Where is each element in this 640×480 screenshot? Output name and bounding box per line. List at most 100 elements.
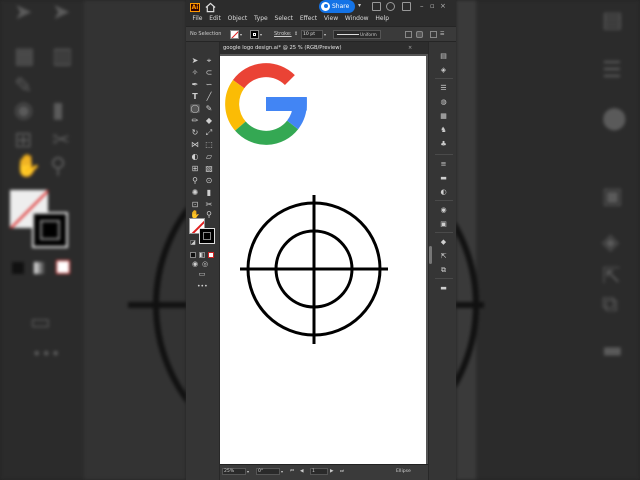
transform-control-icon[interactable]: [430, 31, 437, 38]
menu-effect[interactable]: Effect: [296, 14, 320, 24]
menu-select[interactable]: Select: [271, 14, 296, 24]
stroke-weight-field[interactable]: 10 pt: [301, 30, 323, 39]
eraser-tool-icon[interactable]: ◆: [204, 116, 214, 125]
graph-tool-icon[interactable]: ▮: [204, 188, 214, 197]
perspective-tool-icon[interactable]: ▱: [204, 152, 214, 161]
menu-edit[interactable]: Edit: [206, 14, 224, 24]
curvature-tool-icon[interactable]: ∽: [204, 80, 214, 89]
google-logo[interactable]: [225, 63, 307, 145]
stroke-label[interactable]: Stroke:: [274, 30, 292, 39]
zoom-field[interactable]: 25%: [222, 468, 246, 475]
artboard-number-field[interactable]: 1: [310, 468, 328, 475]
draw-normal-icon[interactable]: ◉: [190, 260, 200, 269]
stroke-stepper-icon[interactable]: ⇕: [294, 30, 298, 39]
magic-wand-tool-icon[interactable]: ✧: [190, 68, 200, 77]
direct-selection-tool-icon[interactable]: ⌖: [204, 56, 214, 65]
shape-builder-tool-icon[interactable]: ◐: [190, 152, 200, 161]
next-artboard-icon[interactable]: ▶: [330, 468, 334, 475]
line-tool-icon[interactable]: ╱: [204, 92, 214, 101]
color-panel-icon[interactable]: ◍: [439, 98, 448, 106]
scale-tool-icon[interactable]: ⤢: [204, 128, 214, 137]
menu-window[interactable]: Window: [342, 14, 372, 24]
libraries-panel-icon[interactable]: ☰: [439, 84, 448, 92]
layers-panel-icon[interactable]: ◈: [439, 66, 448, 74]
align-panel-icon[interactable]: ◆: [439, 238, 448, 246]
selection-tool-icon[interactable]: ➤: [190, 56, 200, 65]
recolor-icon[interactable]: [405, 31, 412, 38]
properties-panel-icon[interactable]: ▤: [439, 52, 448, 60]
share-button[interactable]: Share: [319, 0, 355, 13]
width-tool-icon[interactable]: ⋈: [190, 140, 200, 149]
free-transform-tool-icon[interactable]: ⬚: [204, 140, 214, 149]
pen-tool-icon[interactable]: ✒: [190, 80, 200, 89]
stroke-panel-icon[interactable]: ≡: [439, 160, 448, 168]
transparency-panel-icon[interactable]: ◐: [439, 188, 448, 196]
last-artboard-icon[interactable]: ⏭: [340, 468, 344, 475]
discover-icon[interactable]: [386, 2, 395, 11]
rotation-field[interactable]: 0°: [256, 468, 280, 475]
menu-file[interactable]: File: [189, 14, 206, 24]
menu-help[interactable]: Help: [372, 14, 392, 24]
graphic-styles-panel-icon[interactable]: ▣: [439, 220, 448, 228]
screen-mode-icon[interactable]: ▭: [197, 270, 207, 279]
menu-type[interactable]: Type: [251, 14, 272, 24]
gradient-tool-icon[interactable]: ▧: [204, 164, 214, 173]
links-panel-icon[interactable]: ⧉: [439, 266, 448, 274]
swatches-panel-icon[interactable]: ▦: [439, 112, 448, 120]
lasso-tool-icon[interactable]: ⊂: [204, 68, 214, 77]
appearance-panel-icon[interactable]: ◉: [439, 206, 448, 214]
type-tool-icon[interactable]: T: [190, 92, 200, 101]
minimize-icon[interactable]: –: [420, 2, 424, 11]
align-control-icon[interactable]: [416, 31, 423, 38]
symbol-sprayer-tool-icon[interactable]: ✺: [190, 188, 200, 197]
ellipse-tool-icon[interactable]: ◯: [190, 104, 200, 113]
close-window-icon[interactable]: ×: [440, 2, 446, 11]
panel-divider: [435, 200, 453, 201]
maximize-icon[interactable]: ▫: [430, 2, 435, 11]
none-mode-icon[interactable]: [208, 252, 214, 258]
prev-artboard-icon[interactable]: ◀: [300, 468, 304, 475]
menu-bar: Ai Share ▾ – ▫ × File Edit Object Type S…: [186, 0, 456, 26]
canvas-area[interactable]: [220, 54, 428, 464]
default-colors-icon[interactable]: ◪: [188, 238, 198, 247]
document-tab[interactable]: google logo design.ai* @ 25 % (RGB/Previ…: [220, 42, 428, 54]
home-icon[interactable]: [205, 2, 216, 13]
crosshair-target[interactable]: [240, 195, 388, 344]
rotate-tool-icon[interactable]: ↻: [190, 128, 200, 137]
edit-toolbar-icon[interactable]: •••: [197, 282, 208, 291]
close-tab-icon[interactable]: ×: [408, 42, 412, 54]
eyedropper-tool-icon[interactable]: ⚲: [190, 176, 200, 185]
first-artboard-icon[interactable]: ⏮: [290, 468, 294, 475]
blend-tool-icon[interactable]: ⊙: [204, 176, 214, 185]
stroke-dropdown-icon[interactable]: ▾: [260, 30, 262, 39]
fill-dropdown-icon[interactable]: ▾: [240, 30, 242, 39]
menu-view[interactable]: View: [320, 14, 341, 24]
control-menu-icon[interactable]: ☰: [440, 30, 444, 39]
workspace-icon[interactable]: [402, 2, 411, 11]
export-panel-icon[interactable]: ⇱: [439, 252, 448, 260]
variable-width-profile[interactable]: Uniform: [333, 30, 381, 39]
slice-tool-icon[interactable]: ✂: [204, 200, 214, 209]
gradient-mode-icon[interactable]: [199, 252, 205, 258]
zoom-dropdown-icon[interactable]: ▾: [247, 468, 249, 475]
artboard-tool-icon[interactable]: ⊡: [190, 200, 200, 209]
scrollbar-thumb[interactable]: [429, 246, 432, 264]
gradient-panel-icon[interactable]: ▬: [439, 174, 448, 182]
brushes-panel-icon[interactable]: ♞: [439, 126, 448, 134]
stroke-weight-dropdown-icon[interactable]: ▾: [324, 30, 326, 39]
paintbrush-tool-icon[interactable]: ✎: [204, 104, 214, 113]
menu-object[interactable]: Object: [224, 14, 250, 24]
symbols-panel-icon[interactable]: ♣: [439, 140, 448, 148]
comments-panel-icon[interactable]: ▬: [439, 284, 448, 292]
stroke-swatch[interactable]: [199, 228, 215, 244]
pencil-tool-icon[interactable]: ✏: [190, 116, 200, 125]
rotation-dropdown-icon[interactable]: ▾: [281, 468, 283, 475]
chevron-down-icon[interactable]: ▾: [358, 2, 361, 9]
mesh-tool-icon[interactable]: ⊞: [190, 164, 200, 173]
artboard[interactable]: [220, 56, 426, 464]
draw-behind-icon[interactable]: ◎: [200, 260, 210, 269]
stroke-color-control[interactable]: [250, 30, 259, 39]
arrange-documents-icon[interactable]: [372, 2, 381, 11]
color-mode-icon[interactable]: [190, 252, 196, 258]
fill-color-control[interactable]: [230, 30, 239, 39]
